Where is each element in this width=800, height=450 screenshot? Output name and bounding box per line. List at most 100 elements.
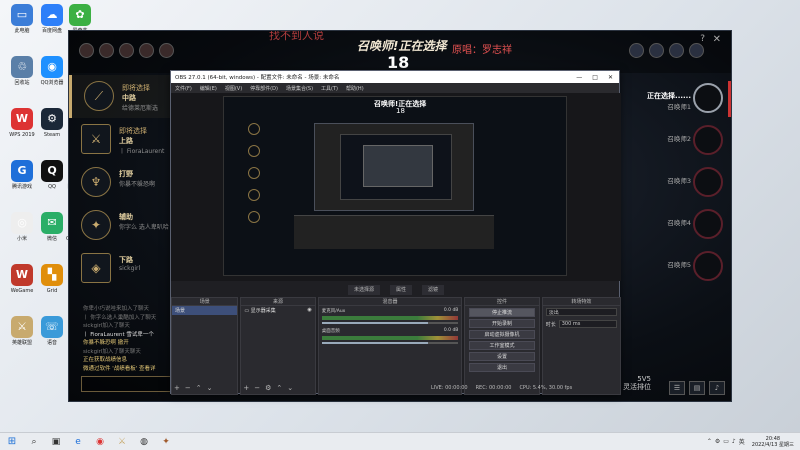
app-icon: ♲ — [11, 56, 33, 78]
obs-menu-item[interactable]: 帮助(H) — [346, 85, 364, 92]
transition-duration-row: 时长 300 ms — [543, 318, 620, 330]
close-button[interactable]: ✕ — [608, 74, 613, 81]
microphone-icon[interactable]: ♪ — [709, 381, 725, 395]
tray-icon[interactable]: ⌃ — [707, 438, 712, 445]
sources-dock: 来源 ▭ 显示器采集 ◉ + − ⚙ ⌃ ⌄ — [240, 297, 316, 395]
champion-portrait — [693, 167, 723, 197]
clipboard-icon[interactable]: ▤ — [689, 381, 705, 395]
preview-capture-timer: 18 — [396, 107, 405, 115]
champ-select-subtitle: 原唱：罗志祥 — [452, 45, 512, 56]
gear-icon[interactable]: ⚙ — [265, 384, 271, 392]
desktop-icon[interactable]: ☏ 语音 — [34, 316, 70, 346]
tray-icon[interactable]: ♪ — [732, 438, 736, 445]
scene-item[interactable]: 场景 — [172, 306, 238, 315]
champ-select-title: 召唤师!正在选择 — [357, 39, 447, 53]
help-icon[interactable]: ? — [700, 34, 705, 44]
add-icon[interactable]: + — [243, 384, 249, 392]
app-icon: ☁ — [41, 4, 63, 26]
app-icon: ✿ — [69, 4, 91, 26]
rec-status: REC: 00:00:00 — [475, 385, 512, 391]
role-icon: ♆ — [81, 167, 111, 197]
up-icon[interactable]: ⌃ — [196, 384, 202, 392]
clock-date: 2022/4/13 星期三 — [751, 441, 794, 448]
taskbar-app-icon[interactable]: ✦ — [158, 435, 174, 449]
volume-slider[interactable] — [321, 322, 459, 324]
tray-icon[interactable]: ▭ — [723, 438, 729, 445]
ban-icon — [139, 43, 154, 58]
windows-start-icon[interactable]: ⊞ — [4, 435, 20, 449]
control-button[interactable]: 停止推流 — [469, 308, 535, 317]
enemy-team-list: 正在选择...... 召唤师1 召唤师2 召唤师3 召唤师4 召唤师5 — [635, 79, 731, 289]
controls-list: 停止推流开始录制启动虚拟摄像机 工作室模式设置退出 — [465, 308, 538, 372]
scenes-header: 场景 — [172, 298, 238, 306]
tray-icon[interactable]: 英 — [739, 437, 745, 446]
volume-slider[interactable] — [321, 342, 459, 344]
obs-menu-item[interactable]: 视图(V) — [225, 85, 242, 92]
obs-menu-bar: 文件(F) 编辑(E) 视图(V) 停靠部件(D) 场景集合(S) 工具(T) 帮助(H) — [171, 83, 619, 93]
tab-properties[interactable]: 属性 — [389, 285, 412, 295]
tab-filters[interactable]: 滤镜 — [422, 285, 445, 295]
channel-name: 桌面音频 — [321, 329, 340, 334]
obs-titlebar: OBS 27.0.1 (64-bit, windows) - 配置文件: 未命名… — [171, 71, 619, 83]
minimize-button[interactable]: — — [576, 74, 582, 81]
obs-menu-item[interactable]: 文件(F) — [175, 85, 192, 92]
mixer-channel: 桌面音频 0.0 dB — [319, 326, 462, 346]
eye-icon[interactable]: ◉ — [307, 307, 311, 313]
control-button[interactable]: 开始录制 — [469, 319, 535, 328]
preview-capture-inner — [340, 134, 452, 200]
system-tray: ⌃ ⚙ ▭ ♪ 英 20:48 2022/4/13 星期三 — [707, 436, 800, 448]
ban-icon — [159, 43, 174, 58]
control-button[interactable]: 启动虚拟摄像机 — [469, 330, 535, 339]
tray-icon[interactable]: ⚙ — [715, 438, 720, 445]
taskbar-app-icon[interactable]: ⚔ — [114, 435, 130, 449]
remove-icon[interactable]: − — [185, 384, 191, 392]
app-icon: ⚔ — [11, 316, 33, 338]
ban-icon — [629, 43, 644, 58]
up-icon[interactable]: ⌃ — [276, 384, 282, 392]
cpu-status: CPU: 5.4%, 30.00 fps — [519, 385, 573, 391]
maximize-button[interactable]: □ — [592, 74, 598, 81]
ban-icon — [649, 43, 664, 58]
remove-icon[interactable]: − — [254, 384, 260, 392]
obs-menu-item[interactable]: 场景集合(S) — [286, 85, 313, 92]
control-button[interactable]: 退出 — [469, 363, 535, 372]
app-icon: ☏ — [41, 316, 63, 338]
taskbar-app-icon[interactable]: e — [70, 435, 86, 449]
role-icon: ✦ — [81, 210, 111, 240]
scenes-toolbar: + − ⌃ ⌄ — [174, 384, 213, 392]
transition-select[interactable]: 淡出 — [545, 308, 617, 316]
taskbar-app-icon[interactable]: ⌕ — [26, 435, 42, 449]
champion-portrait — [693, 209, 723, 239]
enemy-slot: 正在选择...... 召唤师1 — [635, 79, 731, 121]
obs-menu-item[interactable]: 编辑(E) — [200, 85, 217, 92]
down-icon[interactable]: ⌄ — [207, 384, 213, 392]
taskbar-app-icon[interactable]: ▣ — [48, 435, 64, 449]
source-label: 显示器采集 — [250, 308, 276, 314]
close-icon[interactable]: ✕ — [713, 34, 721, 45]
duration-input[interactable]: 300 ms — [558, 320, 617, 328]
audio-mixer-dock: 混音器 麦克风/Aux 0.0 dB 桌面音频 0.0 dB — [317, 297, 463, 395]
down-icon[interactable]: ⌄ — [287, 384, 293, 392]
taskbar-app-icon[interactable]: ◍ — [136, 435, 152, 449]
add-icon[interactable]: + — [174, 384, 180, 392]
taskbar-app-icon[interactable]: ◉ — [92, 435, 108, 449]
ban-icon — [99, 43, 114, 58]
clock[interactable]: 20:48 2022/4/13 星期三 — [752, 436, 794, 448]
desktop-icon-label: 语音 — [46, 340, 57, 346]
taskbar: ⊞ ⌕ ▣ e ◉ ⚔ ◍ ✦ ⌃ ⚙ ▭ ♪ 英 20:48 2022/4/13 星期三 — [0, 432, 800, 450]
control-button[interactable]: 工作室模式 — [469, 341, 535, 350]
obs-preview[interactable]: 召唤师!正在选择 18 — [171, 93, 621, 281]
obs-menu-item[interactable]: 停靠部件(D) — [250, 85, 278, 92]
obs-title: OBS 27.0.1 (64-bit, windows) - 配置文件: 未命名… — [175, 75, 340, 81]
source-item[interactable]: ▭ 显示器采集 ◉ — [241, 306, 314, 315]
obs-status-bar: LIVE: 00:00:00 REC: 00:00:00 CPU: 5.4%, … — [431, 385, 572, 391]
menu-icon[interactable]: ☰ — [669, 381, 685, 395]
mixer-channel: 麦克风/Aux 0.0 dB — [319, 306, 462, 326]
enemy-slot: 召唤师4 — [635, 205, 731, 247]
champion-portrait — [693, 251, 723, 281]
control-button[interactable]: 设置 — [469, 352, 535, 361]
champion-portrait — [693, 125, 723, 155]
transitions-header: 转场特效 — [542, 298, 620, 306]
bottom-toolbar: ☰ ▤ ♪ — [669, 381, 725, 395]
obs-menu-item[interactable]: 工具(T) — [321, 85, 338, 92]
